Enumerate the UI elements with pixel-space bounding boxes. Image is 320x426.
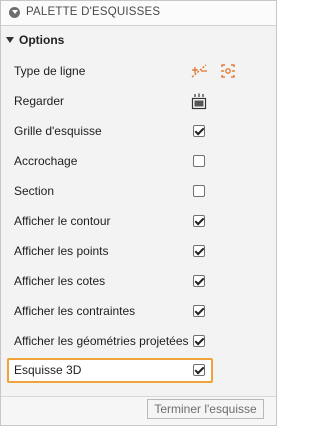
esquisse-3d-checkbox[interactable]	[193, 364, 205, 376]
row-label: Afficher les géométries projetées	[14, 334, 189, 348]
line-type-construction-icon[interactable]	[219, 62, 237, 80]
row-accrochage: Accrochage	[1, 147, 276, 177]
accrochage-checkbox[interactable]	[193, 155, 205, 167]
afficher-points-checkbox[interactable]	[193, 245, 205, 257]
row-label: Section	[14, 184, 55, 198]
options-title: Options	[19, 33, 65, 47]
row-label: Grille d'esquisse	[14, 124, 102, 138]
row-afficher-geometries-projetees: Afficher les géométries projetées	[1, 327, 276, 357]
row-esquisse-3d: Esquisse 3D	[1, 356, 276, 386]
collapse-palette-icon[interactable]	[9, 7, 20, 18]
row-label: Esquisse 3D	[14, 363, 82, 377]
palette-title: PALETTE D'ESQUISSES	[26, 6, 161, 18]
row-label: Afficher les contraintes	[14, 304, 136, 318]
row-afficher-cotes: Afficher les cotes	[1, 267, 276, 297]
section-checkbox[interactable]	[193, 185, 205, 197]
row-label: Regarder	[14, 94, 65, 108]
palette-header[interactable]: PALETTE D'ESQUISSES	[1, 1, 276, 26]
row-regarder: Regarder	[1, 87, 276, 117]
grille-esquisse-checkbox[interactable]	[193, 125, 205, 137]
line-type-normal-icon[interactable]	[189, 62, 209, 80]
afficher-contraintes-checkbox[interactable]	[193, 305, 205, 317]
options-header[interactable]: Options	[1, 31, 276, 51]
row-label: Type de ligne	[14, 64, 86, 78]
row-afficher-contour: Afficher le contour	[1, 207, 276, 237]
footer-divider	[1, 396, 276, 397]
row-label: Afficher les points	[14, 244, 109, 258]
row-section: Section	[1, 177, 276, 207]
row-label: Afficher le contour	[14, 214, 111, 228]
row-grille-esquisse: Grille d'esquisse	[1, 117, 276, 147]
row-label: Afficher les cotes	[14, 274, 106, 288]
afficher-contour-checkbox[interactable]	[193, 215, 205, 227]
look-at-icon[interactable]	[191, 93, 207, 110]
row-label: Accrochage	[14, 154, 78, 168]
row-afficher-contraintes: Afficher les contraintes	[1, 297, 276, 327]
sketch-palette: PALETTE D'ESQUISSES Options Type de lign…	[0, 0, 277, 426]
afficher-geometries-projetees-checkbox[interactable]	[193, 335, 205, 347]
finish-sketch-button[interactable]: Terminer l'esquisse	[147, 399, 264, 419]
row-afficher-points: Afficher les points	[1, 237, 276, 267]
row-type-de-ligne: Type de ligne	[1, 57, 276, 87]
expand-triangle-icon[interactable]	[6, 37, 14, 43]
afficher-cotes-checkbox[interactable]	[193, 275, 205, 287]
